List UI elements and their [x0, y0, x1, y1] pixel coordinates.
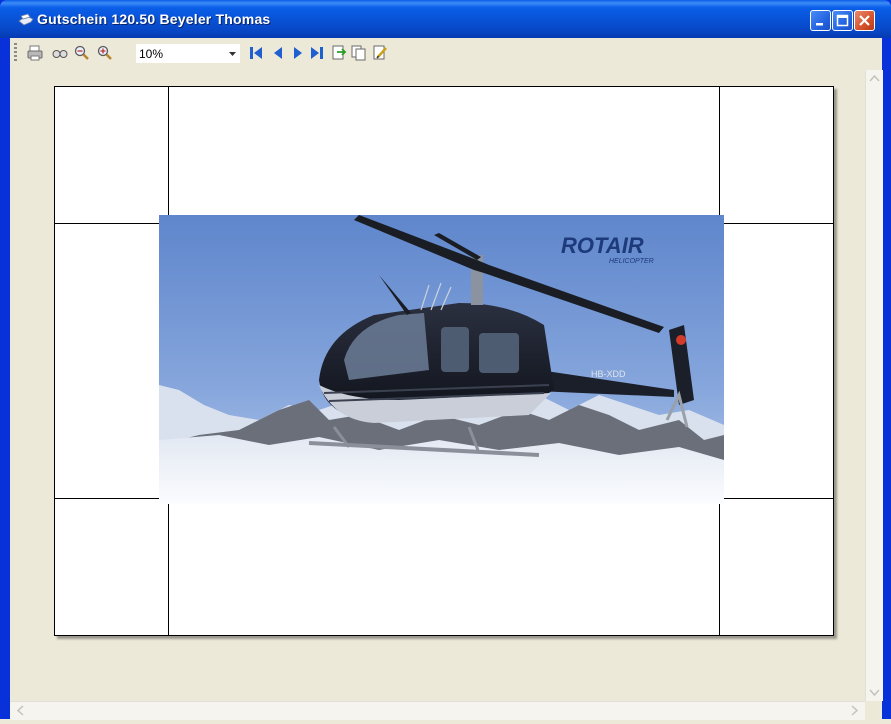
- helicopter-photo: HB-XDD ROTAIR HELICOPTER: [159, 215, 724, 504]
- minimize-icon: [816, 23, 823, 26]
- scroll-right-icon[interactable]: [846, 702, 863, 719]
- toolbar-grip[interactable]: [14, 43, 17, 61]
- rotair-logo: ROTAIR: [561, 233, 644, 258]
- page-setup-icon[interactable]: [51, 44, 69, 62]
- edit-icon[interactable]: [371, 44, 389, 62]
- vertical-scrollbar[interactable]: [865, 70, 883, 701]
- close-button[interactable]: [854, 10, 875, 31]
- window-title: Gutschein 120.50 Beyeler Thomas: [37, 11, 271, 27]
- export-icon[interactable]: [330, 44, 348, 62]
- maximize-icon: [836, 14, 849, 27]
- horizontal-scrollbar[interactable]: [10, 701, 865, 720]
- rotair-logo-subtitle: HELICOPTER: [609, 258, 654, 265]
- title-bar[interactable]: Gutschein 120.50 Beyeler Thomas: [0, 0, 891, 38]
- zoom-combobox[interactable]: 10%: [136, 44, 240, 63]
- print-icon[interactable]: [26, 44, 44, 62]
- next-page-icon[interactable]: [289, 44, 307, 62]
- close-icon: [859, 15, 870, 26]
- zoom-out-icon[interactable]: [73, 44, 91, 62]
- copy-icon[interactable]: [350, 44, 368, 62]
- first-page-icon[interactable]: [247, 44, 265, 62]
- registration-label: HB-XDD: [591, 369, 626, 379]
- app-icon: [18, 13, 34, 27]
- last-page-icon[interactable]: [308, 44, 326, 62]
- toolbar: 10%: [10, 38, 882, 68]
- chevron-down-icon[interactable]: [226, 44, 239, 63]
- viewer-window: Gutschein 120.50 Beyeler Thomas 10% HB-X…: [0, 0, 891, 720]
- maximize-button[interactable]: [832, 10, 853, 31]
- scroll-left-icon[interactable]: [12, 702, 29, 719]
- scroll-up-icon[interactable]: [866, 70, 883, 87]
- zoom-in-icon[interactable]: [96, 44, 114, 62]
- scroll-down-icon[interactable]: [866, 684, 883, 701]
- minimize-button[interactable]: [810, 10, 831, 31]
- previous-page-icon[interactable]: [269, 44, 287, 62]
